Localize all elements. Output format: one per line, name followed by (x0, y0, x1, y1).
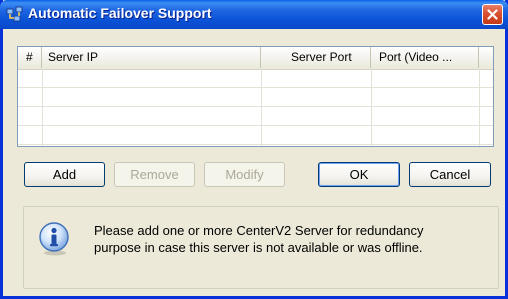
add-button[interactable]: Add (24, 162, 105, 187)
empty-grid-row (18, 107, 493, 126)
info-icon (38, 222, 72, 256)
column-header-server-ip[interactable]: Server IP (42, 47, 261, 68)
column-header-port-video[interactable]: Port (Video ... (371, 47, 479, 68)
empty-grid-row (18, 69, 493, 88)
ok-button[interactable]: OK (318, 162, 400, 187)
grid-column-line (371, 69, 372, 146)
server-list-grid[interactable]: # Server IP Server Port Port (Video ... (17, 46, 494, 147)
window-title: Automatic Failover Support (28, 5, 212, 21)
close-x-icon (487, 9, 498, 20)
close-button[interactable] (482, 4, 503, 25)
remove-button[interactable]: Remove (114, 162, 195, 187)
empty-grid-row (18, 88, 493, 107)
column-header-filler (479, 47, 493, 68)
title-bar[interactable]: Automatic Failover Support (0, 0, 508, 29)
dialog-window: Automatic Failover Support # Server IP S… (0, 0, 508, 299)
info-panel: Please add one or more CenterV2 Server f… (23, 206, 499, 289)
grid-column-line (261, 69, 262, 146)
modify-button[interactable]: Modify (204, 162, 285, 187)
info-message-line: purpose in case this server is not avail… (94, 240, 423, 255)
grid-header: # Server IP Server Port Port (Video ... (18, 47, 493, 70)
info-message: Please add one or more CenterV2 Server f… (94, 222, 424, 256)
grid-column-line (479, 69, 480, 146)
cancel-button[interactable]: Cancel (409, 162, 491, 187)
empty-grid-row (18, 126, 493, 145)
column-header-index[interactable]: # (18, 47, 42, 68)
network-servers-icon (6, 6, 24, 22)
grid-column-line (42, 69, 43, 146)
column-header-server-port[interactable]: Server Port (261, 47, 371, 68)
info-message-line: Please add one or more CenterV2 Server f… (94, 223, 424, 238)
